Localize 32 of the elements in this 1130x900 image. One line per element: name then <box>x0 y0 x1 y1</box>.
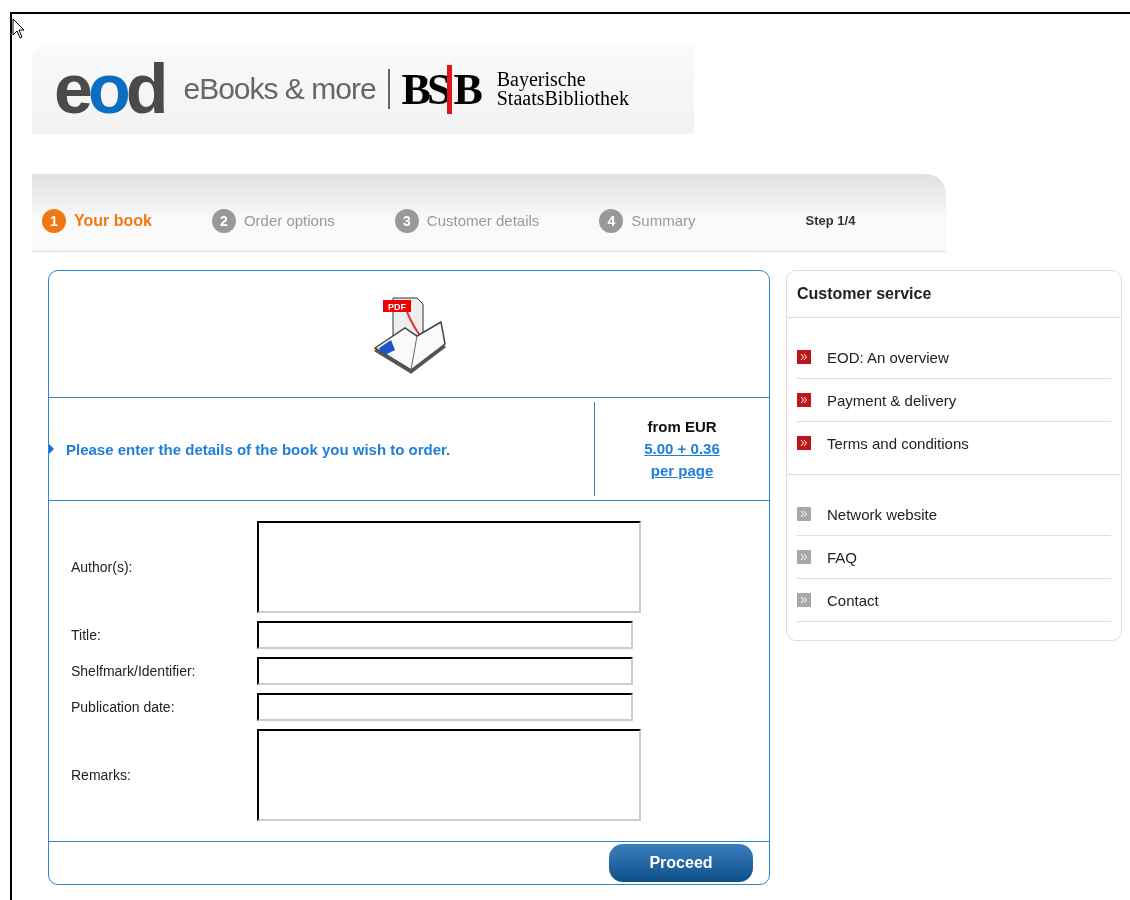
step-number: 2 <box>211 208 236 233</box>
sidebar-link[interactable]: Terms and conditions <box>827 434 969 452</box>
step-number: 3 <box>394 208 419 233</box>
step-number: 4 <box>599 208 624 233</box>
eod-logo: eod <box>54 54 164 124</box>
tagline: eBooks & more <box>183 72 376 106</box>
input-field[interactable] <box>257 621 633 649</box>
sidebar-link[interactable]: Payment & delivery <box>827 391 957 409</box>
input-field[interactable] <box>257 657 633 685</box>
input-field[interactable] <box>257 693 633 721</box>
library-name: Bayerische StaatsBibliothek <box>496 70 629 108</box>
text-area[interactable] <box>257 521 641 613</box>
price-label: from EUR <box>647 417 717 437</box>
instruction-text: Please enter the details of the book you wish to order. <box>66 440 451 458</box>
field-label: Author(s): <box>71 559 134 575</box>
price-link[interactable]: per page <box>650 460 714 482</box>
sidebar-link[interactable]: Contact <box>827 591 879 609</box>
sidebar-link[interactable]: EOD: An overview <box>827 348 949 366</box>
text-area[interactable] <box>257 729 641 821</box>
library-logo: BSB <box>401 63 479 115</box>
price-link[interactable]: 5.00 + 0.36 <box>644 438 720 460</box>
pointer-icon <box>49 444 54 454</box>
field-label: Title: <box>71 627 102 643</box>
sidebar-title: Customer service <box>787 271 1121 318</box>
field-label: Shelfmark/Identifier: <box>71 663 197 679</box>
proceed-button[interactable]: Proceed <box>609 844 753 882</box>
sidebar-link[interactable]: FAQ <box>827 548 857 566</box>
step-counter: Step 1/4 <box>805 213 856 228</box>
step-number: 1 <box>42 208 66 233</box>
sidebar-link[interactable]: Network website <box>827 505 938 523</box>
field-label: Publication date: <box>71 699 176 715</box>
field-label: Remarks: <box>71 767 132 783</box>
